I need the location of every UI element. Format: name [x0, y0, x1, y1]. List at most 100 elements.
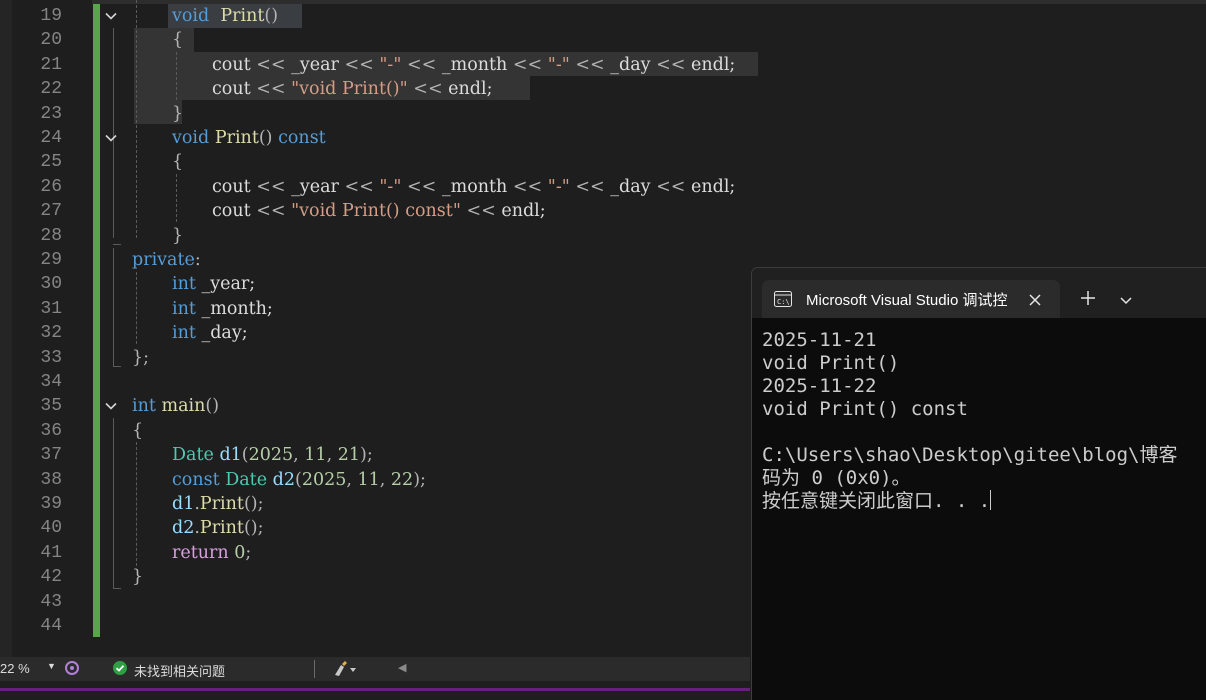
code-text[interactable]: void Print(): [172, 4, 278, 28]
code-line[interactable]: 27 cout << "void Print() const" << endl;: [0, 199, 1206, 223]
code-token: d2: [172, 518, 195, 539]
code-text[interactable]: };: [132, 346, 149, 370]
code-text[interactable]: }: [132, 565, 143, 589]
code-text[interactable]: }: [172, 102, 183, 126]
terminal-tab[interactable]: C:\ Microsoft Visual Studio 调试控: [762, 280, 1060, 318]
code-token: ();: [243, 494, 264, 514]
line-number: 34: [40, 372, 62, 392]
code-line[interactable]: 26 cout << _year << "-" << _month << "-" …: [0, 175, 1206, 199]
code-line[interactable]: 25 {: [0, 150, 1206, 174]
code-text[interactable]: int _day;: [172, 321, 248, 345]
code-text[interactable]: {: [172, 150, 183, 174]
line-number: 23: [40, 103, 62, 124]
line-number: 33: [40, 347, 62, 368]
code-text[interactable]: Date d1(2025, 11, 21);: [172, 443, 373, 467]
code-token: <<: [575, 54, 605, 75]
line-number: 25: [40, 152, 62, 173]
terminal-tab-title: Microsoft Visual Studio 调试控: [806, 292, 1008, 309]
code-token: <<: [256, 54, 286, 75]
code-token: "-": [379, 54, 402, 75]
code-line[interactable]: 19 void Print(): [0, 4, 1206, 28]
code-token: {: [172, 30, 184, 51]
code-token: 22: [390, 469, 414, 490]
line-number: 32: [40, 323, 62, 344]
code-token: <<: [406, 176, 437, 197]
code-token: "void Print()": [291, 79, 408, 100]
line-number: 20: [40, 30, 62, 51]
code-token: <<: [656, 176, 686, 197]
code-token: <<: [256, 176, 286, 197]
code-token: (: [294, 469, 302, 490]
code-token: cout: [212, 201, 257, 222]
code-text[interactable]: cout << _year << "-" << _month << "-" <<…: [212, 53, 735, 77]
code-token: );: [413, 469, 426, 490]
code-text[interactable]: int _month;: [172, 297, 273, 321]
zoom-dropdown-icon[interactable]: ▼: [47, 661, 56, 671]
code-text[interactable]: {: [172, 28, 183, 52]
scroll-left-icon[interactable]: ◀: [398, 661, 406, 674]
line-number: 21: [40, 54, 62, 75]
terminal-output[interactable]: 2025-11-21 void Print() 2025-11-22 void Pri…: [762, 329, 1178, 513]
code-token: _day: [604, 54, 657, 75]
new-tab-icon[interactable]: [1080, 290, 1096, 306]
debug-console-window[interactable]: C:\ Microsoft Visual Studio 调试控 2025-11-…: [751, 267, 1206, 700]
tab-dropdown-icon[interactable]: [1119, 292, 1133, 305]
line-number: 41: [40, 542, 62, 563]
code-token: endl;: [685, 176, 736, 197]
code-token: {: [172, 152, 184, 173]
code-text[interactable]: return 0;: [172, 541, 251, 565]
line-number: 36: [40, 420, 62, 441]
code-text[interactable]: {: [132, 419, 143, 443]
fold-chevron-icon[interactable]: [104, 131, 118, 145]
cleanup-brush-icon[interactable]: [332, 660, 356, 678]
close-tab-icon[interactable]: [1028, 292, 1042, 306]
line-number: 38: [40, 469, 62, 490]
code-token: }: [172, 103, 184, 124]
code-token: int: [172, 323, 196, 344]
status-bar: 22 % ▼ 未找到相关问题 ◀: [0, 657, 750, 681]
code-token: _month;: [195, 298, 273, 319]
code-text[interactable]: }: [172, 224, 183, 248]
code-text[interactable]: private:: [132, 248, 201, 272]
svg-text:C:\: C:\: [777, 298, 790, 306]
code-token: _month: [436, 176, 513, 197]
code-text[interactable]: int _year;: [172, 272, 255, 296]
code-text[interactable]: d1.Print();: [172, 492, 264, 516]
code-token: const: [172, 469, 220, 490]
code-line[interactable]: 22 cout << "void Print()" << endl;: [0, 77, 1206, 101]
code-token: ,: [293, 445, 305, 466]
issues-status-text[interactable]: 未找到相关问题: [134, 661, 225, 680]
code-line[interactable]: 21 cout << _year << "-" << _month << "-" …: [0, 53, 1206, 77]
copilot-icon[interactable]: [64, 660, 80, 676]
fold-chevron-icon[interactable]: [104, 399, 118, 413]
code-text[interactable]: void Print() const: [172, 126, 326, 150]
code-text[interactable]: d2.Print();: [172, 516, 264, 540]
line-number: 42: [40, 567, 62, 588]
terminal-output-line: 2025-11-22: [762, 375, 877, 397]
code-token: private: [132, 250, 195, 270]
code-token: <<: [575, 176, 605, 197]
code-text[interactable]: const Date d2(2025, 11, 22);: [172, 468, 426, 492]
terminal-tab-bar: C:\ Microsoft Visual Studio 调试控: [752, 268, 1206, 318]
code-token: ();: [243, 518, 264, 539]
code-line[interactable]: 20 {: [0, 28, 1206, 52]
code-token: "-": [379, 176, 402, 197]
code-token: cout: [212, 176, 257, 197]
code-line[interactable]: 28}: [0, 224, 1206, 248]
code-token: <<: [344, 176, 374, 197]
code-line[interactable]: 24 void Print() const: [0, 126, 1206, 150]
code-token: "void Print() const": [291, 201, 461, 222]
code-line[interactable]: 23}: [0, 102, 1206, 126]
code-text[interactable]: cout << "void Print() const" << endl;: [212, 199, 546, 223]
fold-chevron-icon[interactable]: [104, 9, 118, 23]
code-text[interactable]: cout << "void Print()" << endl;: [212, 77, 493, 101]
code-token: return: [172, 542, 229, 563]
code-text[interactable]: cout << _year << "-" << _month << "-" <<…: [212, 175, 735, 199]
code-token: int: [172, 274, 196, 295]
zoom-level[interactable]: 22 %: [0, 661, 30, 676]
code-token: );: [360, 445, 373, 466]
code-text[interactable]: int main(): [132, 394, 219, 418]
code-token: <<: [256, 79, 286, 100]
